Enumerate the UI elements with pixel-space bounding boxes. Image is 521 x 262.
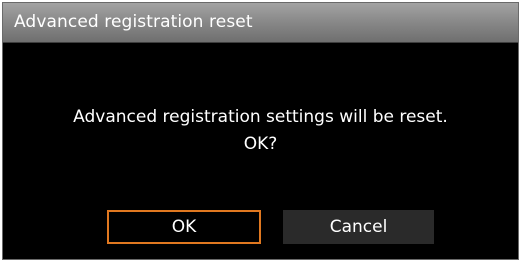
dialog-title-bar: Advanced registration reset	[3, 3, 518, 43]
dialog-title: Advanced registration reset	[14, 12, 253, 32]
ok-button[interactable]: OK	[107, 210, 261, 244]
confirmation-question: OK?	[243, 134, 278, 154]
reset-dialog: Advanced registration reset Advanced reg…	[2, 2, 519, 260]
cancel-button[interactable]: Cancel	[283, 210, 434, 244]
confirmation-message: Advanced registration settings will be r…	[73, 107, 448, 127]
